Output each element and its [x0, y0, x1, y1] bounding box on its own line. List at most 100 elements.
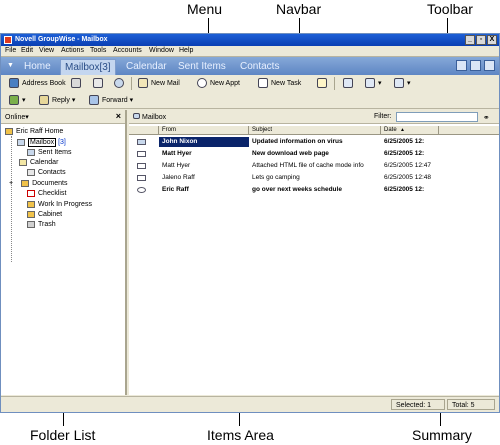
- filter-binoculars-icon[interactable]: ⚭: [483, 113, 490, 122]
- minimize-button[interactable]: _: [465, 35, 475, 45]
- menu-edit[interactable]: Edit: [21, 47, 33, 54]
- forward-label: Forward: [102, 96, 128, 104]
- folder-calendar[interactable]: Calendar: [19, 159, 58, 166]
- folder-contacts[interactable]: Contacts: [27, 169, 66, 176]
- status-bar: Selected: 1 Total: 5: [1, 396, 499, 412]
- table-row[interactable]: Jaleno Raff Lets go camping 6/25/2005 12…: [129, 173, 499, 183]
- contacts-icon: [27, 169, 35, 176]
- menu-actions[interactable]: Actions: [61, 47, 84, 54]
- notes-icon: [343, 78, 353, 88]
- col-subject-header[interactable]: Subject: [249, 126, 381, 135]
- new-document-button[interactable]: [317, 78, 330, 88]
- grid-view-icon[interactable]: [484, 60, 495, 71]
- items-header: Mailbox Filter: ⚭: [129, 110, 499, 124]
- forward-dropdown-icon: ▾: [129, 97, 134, 104]
- nav-tab-mailbox[interactable]: Mailbox[3]: [60, 59, 116, 75]
- list-view-icon[interactable]: [470, 60, 481, 71]
- find-button[interactable]: [114, 78, 127, 88]
- layout-dropdown-icon: ▾: [378, 80, 382, 87]
- menu-view[interactable]: View: [39, 47, 54, 54]
- nav-tab-sent-items[interactable]: Sent Items: [178, 61, 226, 72]
- nav-tab-calendar[interactable]: Calendar: [126, 61, 167, 72]
- folder-documents[interactable]: + Documents: [9, 180, 68, 187]
- restore-button[interactable]: ▫: [476, 35, 486, 45]
- layout-button[interactable]: ▾: [365, 78, 382, 88]
- menu-accounts[interactable]: Accounts: [113, 47, 142, 54]
- layout-icon: [365, 78, 375, 88]
- folder-contacts-label: Contacts: [38, 169, 66, 176]
- print-button[interactable]: [71, 78, 84, 88]
- nav-tab-home[interactable]: Home: [24, 61, 51, 72]
- new-mail-button[interactable]: New Mail: [138, 78, 180, 88]
- archive-button[interactable]: ▾: [9, 95, 26, 105]
- cell-from: Jaleno Raff: [162, 174, 195, 181]
- cell-from: John Nixon: [159, 137, 249, 147]
- callout-menu: Menu: [187, 1, 223, 17]
- breadcrumb-label: Mailbox: [142, 114, 167, 121]
- new-appt-label: New Appt: [210, 79, 240, 87]
- folder-list-close-icon[interactable]: ×: [116, 111, 121, 121]
- folder-calendar-label: Calendar: [30, 159, 59, 166]
- close-button[interactable]: X: [487, 35, 497, 45]
- menu-file[interactable]: File: [5, 47, 16, 54]
- address-book-button[interactable]: Address Book: [9, 78, 66, 88]
- title-bar[interactable]: Novell GroupWise - Mailbox _ ▫ X: [1, 34, 499, 46]
- new-appt-button[interactable]: New Appt: [197, 78, 240, 88]
- callout-summary: Summary: [412, 427, 472, 443]
- folder-cabinet[interactable]: Cabinet: [27, 211, 62, 218]
- cell-from: Eric Raff: [162, 186, 189, 193]
- print-icon: [71, 78, 81, 88]
- folder-checklist[interactable]: Checklist: [27, 190, 66, 197]
- clock-icon: [197, 78, 207, 88]
- folder-checklist-label: Checklist: [38, 190, 67, 197]
- new-task-button[interactable]: New Task: [258, 78, 301, 88]
- folder-trash-label: Trash: [38, 221, 56, 228]
- folder-view-icon[interactable]: [456, 60, 467, 71]
- address-book-icon: [9, 78, 19, 88]
- cell-subject: Lets go camping: [252, 174, 300, 181]
- folder-work-in-progress[interactable]: Work In Progress: [27, 201, 92, 208]
- reply-button[interactable]: Reply ▾: [39, 95, 75, 105]
- preview-icon: [93, 78, 103, 88]
- new-mail-icon: [138, 78, 148, 88]
- notes-button[interactable]: [343, 78, 356, 88]
- cell-from: Matt Hyer: [162, 162, 191, 169]
- cell-date: 6/25/2005 12:: [384, 138, 425, 145]
- menu-window[interactable]: Window: [149, 47, 174, 54]
- table-row[interactable]: Matt Hyer Attached HTML file of cache mo…: [129, 161, 499, 171]
- col-from-header[interactable]: From: [159, 126, 249, 135]
- folder-trash[interactable]: Trash: [27, 221, 56, 228]
- calendar-icon: [19, 159, 27, 166]
- forward-button[interactable]: Forward ▾: [89, 95, 133, 105]
- reply-icon: [39, 95, 49, 105]
- callout-navbar: Navbar: [276, 1, 322, 17]
- online-mode-dropdown[interactable]: Online▾: [5, 113, 29, 121]
- folder-home[interactable]: Eric Raff Home: [5, 128, 63, 135]
- items-area: Mailbox Filter: ⚭ From Subject Date ▲ Jo…: [129, 110, 499, 395]
- clock-icon: [137, 187, 146, 193]
- home-icon: [5, 128, 13, 135]
- cell-date: 6/25/2005 12:48: [384, 174, 431, 181]
- breadcrumb[interactable]: Mailbox: [133, 113, 166, 121]
- calendar-view-button[interactable]: ▾: [394, 78, 411, 88]
- folder-mailbox[interactable]: Mailbox [3]: [17, 138, 66, 147]
- table-row[interactable]: Matt Hyer New download web page 6/25/200…: [129, 149, 499, 159]
- message-icon: [137, 139, 146, 145]
- new-task-label: New Task: [271, 79, 302, 87]
- expand-icon[interactable]: +: [9, 180, 13, 187]
- cell-date: 6/25/2005 12:: [384, 150, 425, 157]
- menu-tools[interactable]: Tools: [90, 47, 106, 54]
- filter-input[interactable]: [396, 112, 478, 122]
- new-mail-label: New Mail: [151, 79, 180, 87]
- col-icon-header[interactable]: [129, 126, 159, 135]
- preview-button[interactable]: [93, 78, 106, 88]
- navbar-dropdown-icon[interactable]: ▼: [7, 62, 14, 69]
- col-date-header[interactable]: Date ▲: [381, 126, 439, 135]
- folder-sent-items[interactable]: Sent Items: [27, 149, 71, 156]
- table-row[interactable]: John Nixon Updated information on virus …: [129, 137, 499, 147]
- nav-tab-contacts[interactable]: Contacts: [240, 61, 279, 72]
- table-row[interactable]: Eric Raff go over next weeks schedule 6/…: [129, 185, 499, 195]
- folder-mailbox-count: [3]: [58, 139, 66, 146]
- calendar-dropdown-icon: ▾: [407, 80, 411, 87]
- menu-help[interactable]: Help: [179, 47, 193, 54]
